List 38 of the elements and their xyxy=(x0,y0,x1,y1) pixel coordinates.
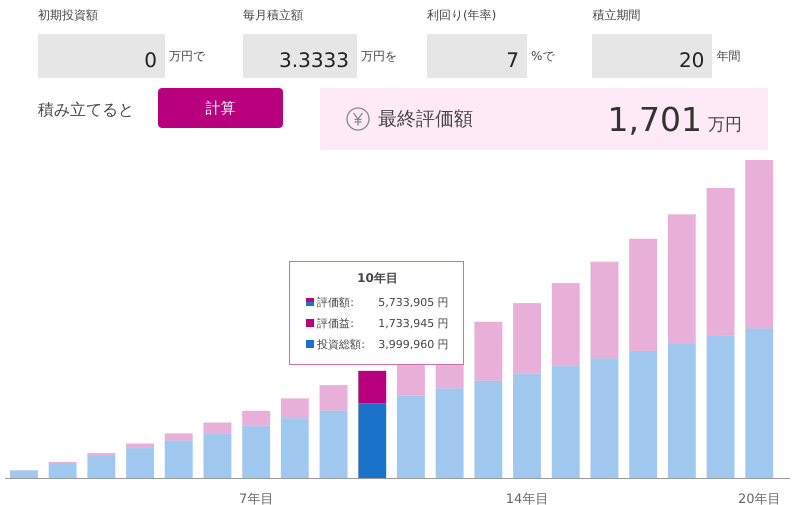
tooltip-label: 評価益: xyxy=(317,316,355,331)
bar[interactable] xyxy=(552,283,580,478)
prefix-text: 積み立てると xyxy=(38,100,135,121)
yen-icon xyxy=(346,107,370,131)
legend-swatch xyxy=(306,298,314,306)
tooltip-value: 5,733,905 円 xyxy=(378,294,449,310)
input-field[interactable]: 0 xyxy=(38,34,165,78)
input-field[interactable]: 7 xyxy=(427,34,527,78)
unit-label: 万円で xyxy=(169,48,205,64)
unit-label: 万円を xyxy=(361,48,397,64)
field-label: 毎月積立額 xyxy=(243,7,304,24)
legend-swatch xyxy=(306,340,314,348)
axis-label: 14年目 xyxy=(506,492,548,505)
bar[interactable] xyxy=(242,410,270,478)
bar[interactable] xyxy=(164,433,193,478)
bar[interactable] xyxy=(358,370,386,478)
bar[interactable] xyxy=(745,160,774,478)
unit-label: %で xyxy=(531,48,554,64)
input-field[interactable]: 3.3333 xyxy=(243,34,357,78)
field-label: 利回り(年率) xyxy=(427,7,498,24)
tooltip-value: 3,999,960 円 xyxy=(378,336,449,352)
tooltip-label: 評価額: xyxy=(317,294,355,310)
calculate-button[interactable]: 計算 xyxy=(158,88,283,128)
legend-swatch xyxy=(306,319,314,328)
axis-label: 7年目 xyxy=(239,492,274,505)
result-unit: 万円 xyxy=(708,114,742,136)
input-field[interactable]: 20 xyxy=(592,34,712,78)
result-label: 最終評価額 xyxy=(378,107,474,132)
field-label: 初期投資額 xyxy=(38,7,99,24)
tooltip-label: 投資総額: xyxy=(317,336,366,352)
bar[interactable] xyxy=(48,462,77,478)
bar[interactable] xyxy=(280,398,309,478)
field-label: 積立期間 xyxy=(592,7,642,24)
tooltip-value: 1,733,945 円 xyxy=(378,316,449,331)
result-value: 1,701 xyxy=(608,100,702,138)
tooltip-title: 10年目 xyxy=(356,270,399,287)
axis-label: 20年目 xyxy=(738,492,780,505)
unit-label: 年間 xyxy=(716,48,740,64)
